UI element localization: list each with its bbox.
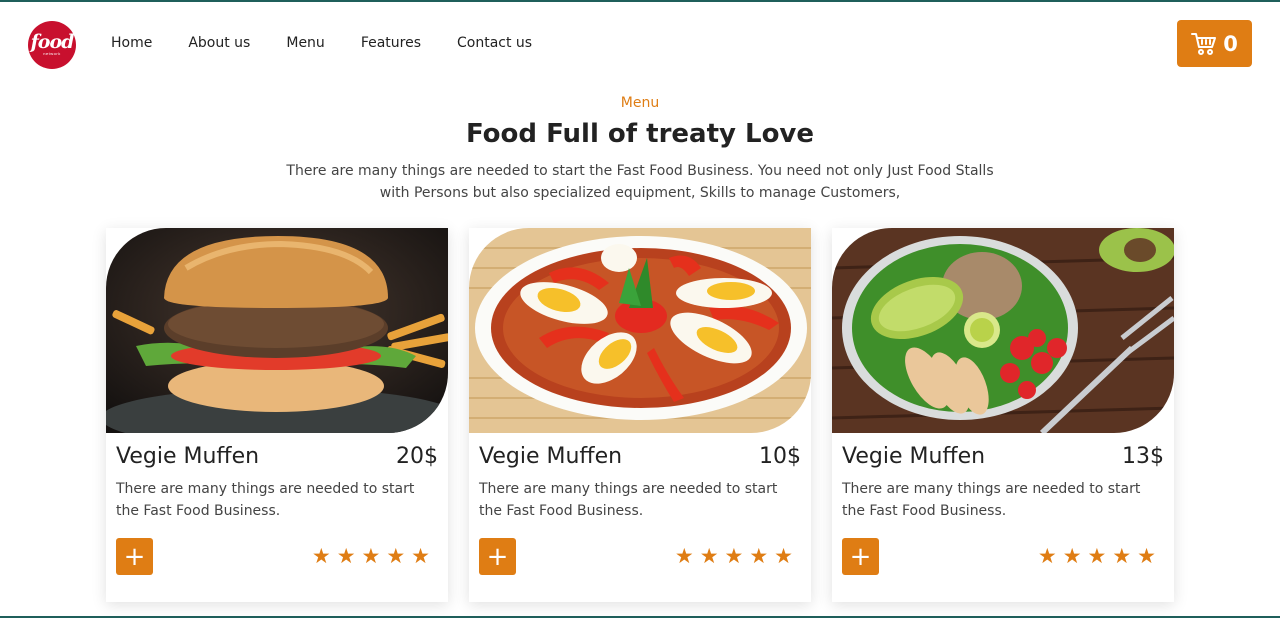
star-icon: ★ (386, 544, 406, 568)
rating-stars: ★ ★ ★ ★ ★ (306, 543, 430, 569)
card-name: Vegie Muffen (842, 444, 986, 469)
nav-home[interactable]: Home (111, 35, 152, 51)
star-icon: ★ (336, 544, 356, 568)
card-name: Vegie Muffen (479, 444, 623, 469)
star-icon: ★ (361, 544, 381, 568)
nav-contact-us[interactable]: Contact us (457, 35, 532, 51)
star-icon: ★ (1037, 544, 1057, 568)
burger-image (106, 228, 448, 433)
burger-photo (106, 228, 448, 433)
add-to-cart-button[interactable]: + (842, 538, 879, 575)
rice-photo (469, 228, 811, 433)
menu-card: Vegie Muffen 20$ There are many things a… (106, 228, 448, 602)
add-to-cart-button[interactable]: + (116, 538, 153, 575)
star-icon: ★ (724, 544, 744, 568)
card-description: There are many things are needed to star… (479, 481, 778, 519)
star-icon: ★ (699, 544, 719, 568)
card-price: 20$ (396, 444, 438, 469)
card-description: There are many things are needed to star… (842, 481, 1141, 519)
section-title: Food Full of treaty Love (465, 119, 815, 149)
star-icon: ★ (1087, 544, 1107, 568)
card-price: 13$ (1122, 444, 1164, 469)
card-price: 10$ (759, 444, 801, 469)
nav-menu[interactable]: Menu (286, 35, 324, 51)
star-icon: ★ (1112, 544, 1132, 568)
cart-button[interactable]: 0 (1177, 20, 1252, 67)
card-name: Vegie Muffen (116, 444, 260, 469)
rating-stars: ★ ★ ★ ★ ★ (669, 543, 793, 569)
star-icon: ★ (311, 544, 331, 568)
logo-text: food (30, 30, 75, 53)
cart-icon (1191, 32, 1217, 55)
rice-image (469, 228, 811, 433)
rating-stars: ★ ★ ★ ★ ★ (1032, 543, 1156, 569)
header: food network Home About us Menu Features… (0, 2, 1280, 86)
star-icon: ★ (674, 544, 694, 568)
main-nav: Home About us Menu Features Contact us (111, 35, 568, 51)
nav-features[interactable]: Features (361, 35, 421, 51)
salad-image (832, 228, 1174, 433)
cart-count: 0 (1223, 31, 1238, 56)
star-icon: ★ (411, 544, 430, 568)
section-description: There are many things are needed to star… (286, 163, 994, 201)
star-icon: ★ (1137, 544, 1156, 568)
menu-card: Vegie Muffen 10$ There are many things a… (469, 228, 811, 602)
salad-photo (832, 228, 1174, 433)
card-description: There are many things are needed to star… (116, 481, 415, 519)
brand-logo[interactable]: food network (28, 21, 76, 69)
logo-subtext: network (43, 50, 61, 56)
star-icon: ★ (774, 544, 793, 568)
star-icon: ★ (749, 544, 769, 568)
star-icon: ★ (1062, 544, 1082, 568)
menu-card: Vegie Muffen 13$ There are many things a… (832, 228, 1174, 602)
add-to-cart-button[interactable]: + (479, 538, 516, 575)
nav-about-us[interactable]: About us (188, 35, 250, 51)
section-eyebrow: Menu (620, 95, 660, 111)
